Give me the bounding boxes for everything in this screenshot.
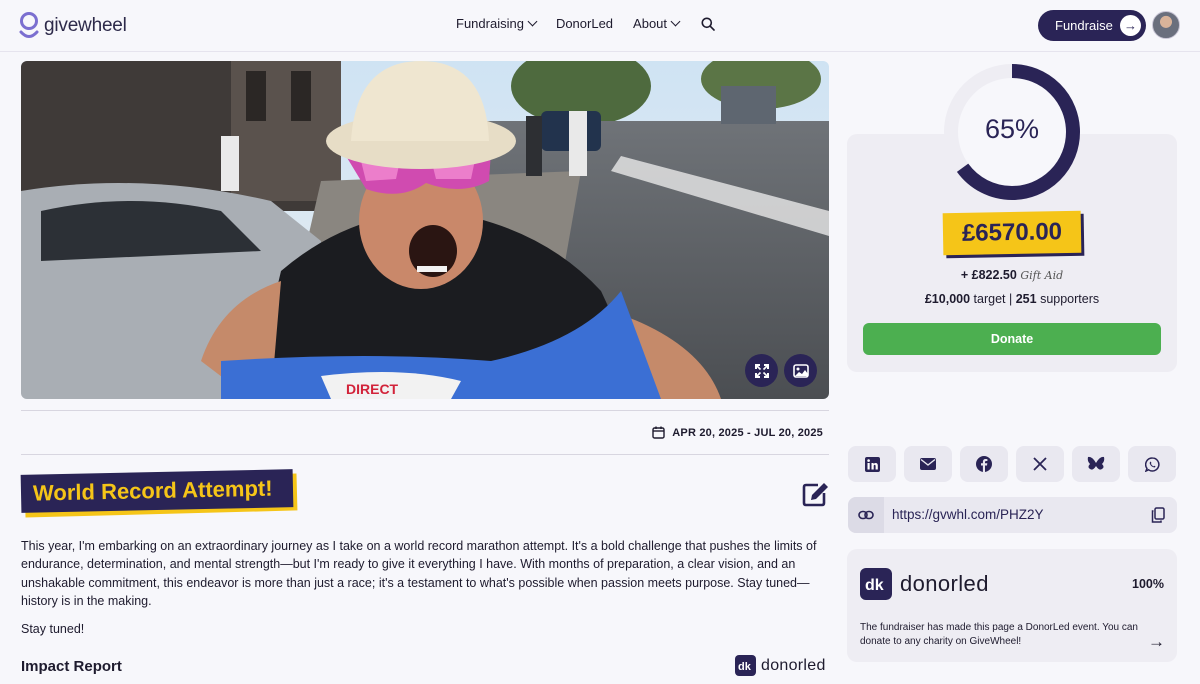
share-link-field[interactable]: https://gvwhl.com/PHZ2Y [848,497,1177,533]
donorled-card[interactable]: dk donorled 100% The fundraiser has made… [847,549,1177,662]
event-photo-illustration: DIRECT [21,61,829,399]
svg-text:dk: dk [738,661,752,673]
expand-photo-button[interactable] [745,354,778,387]
impact-report-heading: Impact Report [21,658,122,675]
donorled-logo-small: dk donorled [735,655,826,676]
amount-raised-block: £6570.00 [942,210,1085,259]
target-line: £10,000 target | 251 supporters [847,292,1177,306]
donate-button[interactable]: Donate [863,323,1161,355]
event-description: This year, I'm embarking on an extraordi… [21,539,817,608]
share-whatsapp-button[interactable] [1128,446,1176,482]
amount-raised: £6570.00 [942,210,1082,256]
share-linkedin-button[interactable] [848,446,896,482]
facebook-icon [976,456,992,472]
image-icon [792,363,809,378]
donorled-percent: 100% [1132,577,1164,591]
bluesky-icon [1087,456,1105,470]
arrow-right-icon: → [1120,15,1141,36]
givewheel-logo-icon [19,12,39,38]
target-amount: £10,000 [924,292,971,306]
nav-fundraising-label: Fundraising [456,16,524,31]
donorled-logo-icon: dk [860,568,892,600]
x-icon [1033,457,1047,471]
donorled-logo-icon: dk [735,655,756,676]
share-email-button[interactable] [904,446,952,482]
divider [21,454,829,455]
share-link-url[interactable]: https://gvwhl.com/PHZ2Y [892,507,1044,522]
share-bluesky-button[interactable] [1072,446,1120,482]
gift-aid-line: + £822.50 Gift Aid [847,268,1177,282]
donorled-logo-text: donorled [900,571,989,596]
gift-aid-amount: + £822.50 [960,268,1017,282]
nav-donorled-label: DonorLed [555,16,614,31]
supporters-count: 251 [1015,292,1037,306]
event-title-block: World Record Attempt! [20,469,298,518]
event-title: World Record Attempt! [20,469,294,513]
gift-aid-label: Gift Aid [1020,269,1064,282]
arrow-right-icon[interactable]: → [1148,632,1165,652]
event-dates: APR 20, 2025 - JUL 20, 2025 [652,426,823,439]
event-photo: DIRECT [21,61,829,399]
divider [21,410,829,411]
link-icon-box [848,497,884,533]
site-header: givewheel Fundraising DonorLed About Fun… [0,0,1200,52]
svg-text:DIRECT: DIRECT [346,381,399,397]
avatar[interactable] [1152,11,1180,39]
expand-icon [754,363,769,378]
email-icon [920,458,936,470]
donorled-description: The fundraiser has made this page a Dono… [860,622,1138,647]
logo-text: givewheel [44,15,127,36]
svg-text:dk: dk [865,577,884,594]
donorled-logo-text: donorled [761,656,826,674]
share-buttons [848,446,1176,482]
nav-donorled[interactable]: DonorLed [556,16,613,31]
target-suffix: target [973,292,1006,306]
gallery-button[interactable] [784,354,817,387]
search-icon[interactable] [701,17,715,31]
share-facebook-button[interactable] [960,446,1008,482]
givewheel-logo[interactable]: givewheel [18,9,127,43]
edit-icon[interactable] [802,481,830,507]
linkedin-icon [864,456,880,472]
chevron-down-icon [527,16,538,27]
event-dates-text: APR 20, 2025 - JUL 20, 2025 [672,426,823,439]
fundraise-label: Fundraise [1055,18,1113,33]
share-x-button[interactable] [1016,446,1064,482]
target-separator: | [1008,292,1013,306]
event-description-2: Stay tuned! [21,622,85,636]
copy-icon[interactable] [1151,507,1165,523]
calendar-icon [652,426,665,439]
nav-about[interactable]: About [633,16,681,31]
donorled-logo: dk donorled [860,568,989,600]
chevron-down-icon [670,16,681,27]
fundraise-button[interactable]: Fundraise → [1038,10,1146,41]
link-icon [858,510,874,520]
main-nav: Fundraising DonorLed About [456,16,715,31]
nav-about-label: About [633,16,668,31]
progress-percent: 65% [984,114,1040,144]
nav-fundraising[interactable]: Fundraising [456,16,538,31]
whatsapp-icon [1144,456,1160,472]
supporters-label: supporters [1040,292,1100,306]
